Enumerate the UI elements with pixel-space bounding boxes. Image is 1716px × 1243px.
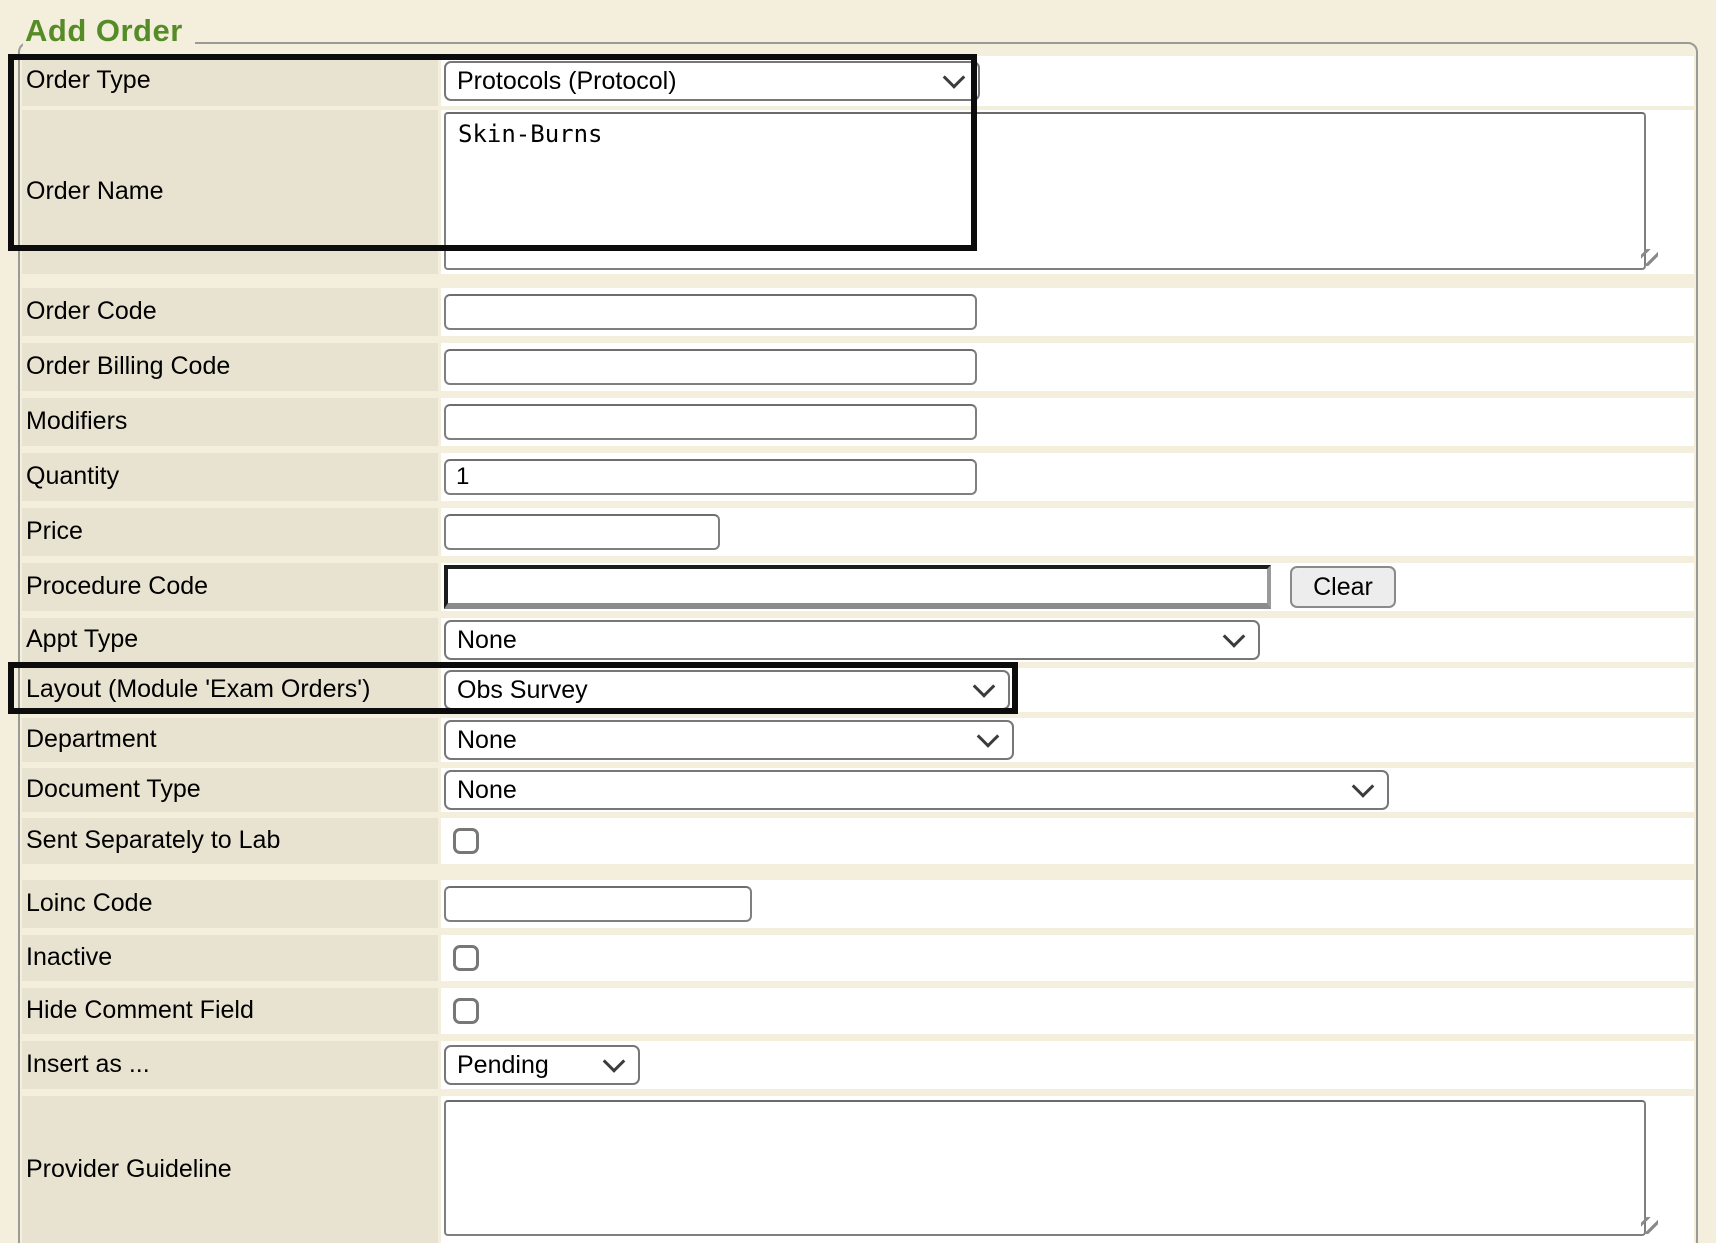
layout-cell: Obs Survey [441,668,1694,712]
sent-separately-cell [441,818,1694,864]
hide-comment-cell [441,988,1694,1034]
row-modifiers: Modifiers [22,398,1694,446]
modifiers-cell [441,398,1694,446]
row-quantity: Quantity [22,453,1694,501]
row-department: Department None [22,718,1694,762]
department-label: Department [22,718,438,762]
add-order-page: Add Order Order Type Protocols (Protocol… [0,0,1716,1243]
row-procedure-code: Procedure Code Clear [22,563,1694,611]
appt-type-select[interactable]: None [444,620,1260,660]
sent-separately-checkbox[interactable] [453,828,479,854]
department-cell: None [441,718,1694,762]
row-document-type: Document Type None [22,768,1694,812]
row-hide-comment: Hide Comment Field [22,988,1694,1034]
layout-select-value: Obs Survey [457,676,588,705]
chevron-down-icon [977,725,1000,748]
document-type-select[interactable]: None [444,770,1389,810]
hide-comment-label: Hide Comment Field [22,988,438,1034]
price-label: Price [22,508,438,556]
order-name-label: Order Name [22,110,438,274]
order-name-cell: Skin-Burns [441,110,1694,274]
insert-as-label: Insert as ... [22,1041,438,1089]
inactive-label: Inactive [22,935,438,981]
price-cell [441,508,1694,556]
row-provider-guideline: Provider Guideline [22,1096,1694,1243]
modifiers-input[interactable] [444,404,977,440]
resize-grip-icon[interactable] [1641,249,1658,266]
order-code-label: Order Code [22,288,438,336]
procedure-code-input[interactable] [444,565,1271,609]
quantity-input[interactable] [444,459,977,495]
insert-as-select[interactable]: Pending [444,1045,640,1085]
row-layout: Layout (Module 'Exam Orders') Obs Survey [22,668,1694,712]
order-billing-code-input[interactable] [444,349,977,385]
price-input[interactable] [444,514,720,550]
order-type-select[interactable]: Protocols (Protocol) [444,61,980,101]
order-billing-code-label: Order Billing Code [22,343,438,391]
chevron-down-icon [603,1050,626,1073]
row-price: Price [22,508,1694,556]
loinc-code-input[interactable] [444,886,752,922]
document-type-cell: None [441,768,1694,812]
appt-type-select-value: None [457,626,517,655]
order-type-select-value: Protocols (Protocol) [457,67,677,96]
appt-type-cell: None [441,618,1694,662]
layout-select[interactable]: Obs Survey [444,670,1010,710]
provider-guideline-label: Provider Guideline [22,1096,438,1243]
order-type-cell: Protocols (Protocol) [441,56,1694,106]
loinc-code-cell [441,880,1694,928]
order-billing-code-cell [441,343,1694,391]
row-appt-type: Appt Type None [22,618,1694,662]
row-order-billing-code: Order Billing Code [22,343,1694,391]
chevron-down-icon [973,675,996,698]
row-inactive: Inactive [22,935,1694,981]
row-insert-as: Insert as ... Pending [22,1041,1694,1089]
insert-as-select-value: Pending [457,1051,549,1080]
row-sent-separately: Sent Separately to Lab [22,818,1694,864]
insert-as-cell: Pending [441,1041,1694,1089]
provider-guideline-cell [441,1096,1694,1243]
hide-comment-checkbox[interactable] [453,998,479,1024]
procedure-code-cell: Clear [441,563,1694,611]
row-order-name: Order Name Skin-Burns [22,110,1694,274]
order-code-input[interactable] [444,294,977,330]
order-type-label: Order Type [22,56,438,106]
inactive-checkbox[interactable] [453,945,479,971]
resize-grip-icon[interactable] [1641,1217,1658,1234]
chevron-down-icon [943,66,966,89]
loinc-code-label: Loinc Code [22,880,438,928]
inactive-cell [441,935,1694,981]
row-loinc-code: Loinc Code [22,880,1694,928]
department-select[interactable]: None [444,720,1014,760]
page-title: Add Order [23,13,195,49]
document-type-label: Document Type [22,768,438,812]
sent-separately-label: Sent Separately to Lab [22,818,438,864]
quantity-label: Quantity [22,453,438,501]
order-code-cell [441,288,1694,336]
add-order-form: Order Type Protocols (Protocol) Order Na… [22,56,1694,1243]
clear-button[interactable]: Clear [1290,566,1396,608]
procedure-code-label: Procedure Code [22,563,438,611]
appt-type-label: Appt Type [22,618,438,662]
chevron-down-icon [1352,775,1375,798]
order-name-textarea[interactable]: Skin-Burns [444,112,1646,270]
department-select-value: None [457,726,517,755]
chevron-down-icon [1223,625,1246,648]
document-type-select-value: None [457,776,517,805]
layout-label: Layout (Module 'Exam Orders') [22,668,438,712]
provider-guideline-textarea[interactable] [444,1100,1646,1236]
quantity-cell [441,453,1694,501]
modifiers-label: Modifiers [22,398,438,446]
row-order-type: Order Type Protocols (Protocol) [22,56,1694,106]
row-order-code: Order Code [22,288,1694,336]
